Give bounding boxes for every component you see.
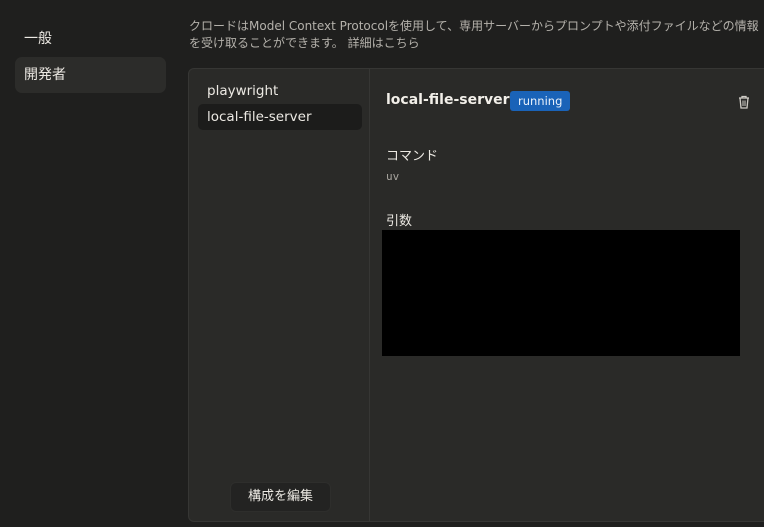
- command-label: コマンド: [386, 149, 439, 164]
- description-line-2: を受け取ることができます。 詳細はこちら: [189, 35, 764, 52]
- server-detail: local-file-server running コマンド uv 引数: [371, 69, 764, 521]
- mcp-description: クロードはModel Context Protocolを使用して、専用サーバーか…: [189, 18, 764, 52]
- server-title: local-file-server: [386, 92, 510, 108]
- args-redacted-block: [382, 230, 740, 356]
- nav-item-developer[interactable]: 開発者: [15, 57, 166, 93]
- status-badge: running: [510, 91, 571, 111]
- args-label: 引数: [386, 214, 413, 229]
- learn-more-link[interactable]: 詳細はこちら: [348, 36, 420, 50]
- description-line-1: クロードはModel Context Protocolを使用して、専用サーバーか…: [189, 19, 759, 33]
- edit-config-button[interactable]: 構成を編集: [230, 482, 331, 512]
- mcp-server-panel: playwright local-file-server 構成を編集 local…: [188, 68, 764, 522]
- server-item-playwright[interactable]: playwright: [198, 78, 362, 104]
- settings-window: 一般 開発者 クロードはModel Context Protocolを使用して、…: [0, 0, 764, 527]
- description-line-2-text: を受け取ることができます。: [189, 36, 344, 50]
- trash-icon[interactable]: [737, 94, 751, 110]
- nav-item-general[interactable]: 一般: [15, 21, 166, 57]
- server-item-local-file-server[interactable]: local-file-server: [198, 104, 362, 130]
- command-value: uv: [386, 170, 400, 183]
- server-list: playwright local-file-server 構成を編集: [189, 69, 370, 521]
